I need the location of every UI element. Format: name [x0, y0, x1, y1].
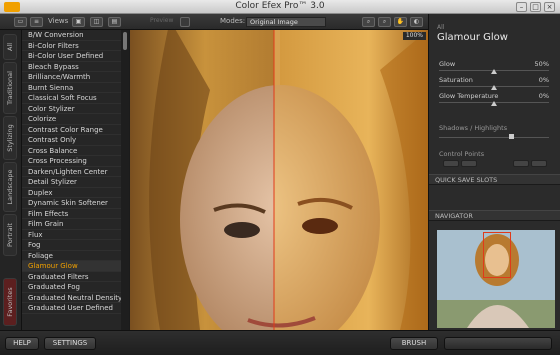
title-bar: Color Efex Pro™ 3.0 – □ ×: [0, 0, 560, 14]
filter-item[interactable]: Cross Processing: [22, 156, 121, 167]
glow-label: Glow: [439, 60, 456, 68]
filter-item[interactable]: Flux: [22, 230, 121, 240]
filter-item[interactable]: Color Stylizer: [22, 104, 121, 114]
zoom-out-icon[interactable]: ⌕: [378, 17, 391, 27]
zoom-level: 100%: [402, 32, 426, 40]
hand-icon[interactable]: ✋: [394, 17, 407, 27]
filter-item[interactable]: Detail Stylizer: [22, 177, 121, 188]
filter-item[interactable]: Colorize: [22, 114, 121, 125]
control-points-buttons: [443, 160, 551, 168]
tab-portrait[interactable]: Portrait: [3, 214, 17, 256]
tab-traditional[interactable]: Traditional: [3, 62, 17, 114]
portrait-image: [130, 30, 428, 330]
image-preview[interactable]: 100%: [130, 30, 428, 330]
saturation-label: Saturation: [439, 76, 473, 84]
preview-checkbox[interactable]: [180, 17, 190, 27]
shadows-highlights-control[interactable]: [439, 134, 549, 140]
filter-item[interactable]: Cross Balance: [22, 146, 121, 156]
saturation-slider[interactable]: Saturation 0%: [439, 76, 549, 92]
show-mask-button[interactable]: [513, 160, 529, 167]
filter-item[interactable]: Contrast Color Range: [22, 125, 121, 135]
filter-item[interactable]: B/W Conversion: [22, 30, 121, 41]
tab-all[interactable]: All: [3, 34, 17, 60]
glow-temperature-label: Glow Temperature: [439, 92, 499, 100]
category-header: All: [437, 24, 445, 31]
apply-button[interactable]: [444, 337, 552, 350]
filter-item[interactable]: Bi-Color Filters: [22, 41, 121, 51]
filter-item[interactable]: Graduated Neutral Density: [22, 293, 121, 303]
view-split-icon[interactable]: ◫: [90, 17, 103, 27]
list-view-icon[interactable]: ≡: [30, 17, 43, 27]
navigator-viewport-box[interactable]: [483, 232, 511, 278]
maximize-icon[interactable]: □: [530, 2, 541, 12]
tab-landscape[interactable]: Landscape: [3, 162, 17, 212]
filter-item[interactable]: Graduated User Defined: [22, 303, 121, 314]
filter-item[interactable]: Bleach Bypass: [22, 62, 121, 72]
settings-button[interactable]: SETTINGS: [44, 337, 96, 350]
glow-temperature-slider[interactable]: Glow Temperature 0%: [439, 92, 549, 108]
filter-item[interactable]: Brilliance/Warmth: [22, 72, 121, 83]
filter-item[interactable]: Glamour Glow: [22, 261, 121, 272]
filter-item[interactable]: Film Effects: [22, 209, 121, 219]
view-full-icon[interactable]: ▣: [72, 17, 85, 27]
toolbar: ▭ ≡ Views ▣ ◫ ▤ Preview Modes: Original …: [0, 14, 428, 30]
glow-slider[interactable]: Glow 50%: [439, 60, 549, 76]
filter-item[interactable]: Foliage: [22, 251, 121, 261]
filter-item[interactable]: Bi-Color User Defined: [22, 51, 121, 62]
filter-item[interactable]: Graduated Fog: [22, 282, 121, 293]
saturation-knob[interactable]: [491, 85, 497, 90]
filter-item[interactable]: Fog: [22, 240, 121, 251]
glow-value: 50%: [534, 60, 549, 68]
zoom-icon[interactable]: ⌕: [362, 17, 375, 27]
window-title: Color Efex Pro™ 3.0: [235, 1, 325, 11]
brush-button[interactable]: BRUSH: [390, 337, 438, 350]
tab-stylizing[interactable]: Stylizing: [3, 116, 17, 160]
glow-temperature-value: 0%: [538, 92, 549, 100]
shadows-highlights-label[interactable]: Shadows / Highlights: [439, 124, 507, 132]
single-view-icon[interactable]: ▭: [14, 17, 27, 27]
help-button[interactable]: HELP: [5, 337, 39, 350]
filter-item[interactable]: Dynamic Skin Softener: [22, 198, 121, 209]
glow-knob[interactable]: [491, 69, 497, 74]
tab-favorites[interactable]: Favorites: [3, 278, 17, 326]
filter-settings-panel: All Glamour Glow Glow 50% Saturation 0% …: [428, 14, 560, 330]
filter-item[interactable]: Contrast Only: [22, 135, 121, 146]
preview-label: Preview: [150, 17, 174, 24]
control-points-label: Control Points: [439, 150, 485, 158]
filter-item[interactable]: Duplex: [22, 188, 121, 198]
remove-control-point-button[interactable]: [461, 160, 477, 167]
close-icon[interactable]: ×: [544, 2, 555, 12]
views-label: Views: [48, 17, 69, 25]
filter-item[interactable]: Classical Soft Focus: [22, 93, 121, 104]
filter-name: Glamour Glow: [437, 32, 508, 43]
category-tabs: All Traditional Stylizing Landscape Port…: [0, 30, 22, 330]
saturation-value: 0%: [538, 76, 549, 84]
modes-label: Modes:: [220, 17, 246, 25]
color-picker-icon[interactable]: ◐: [410, 17, 423, 27]
quick-save-slots-header[interactable]: QUICK SAVE SLOTS: [429, 174, 560, 185]
filter-item[interactable]: Burnt Sienna: [22, 83, 121, 93]
navigator-header[interactable]: NAVIGATOR: [429, 210, 560, 221]
bottom-bar: HELP SETTINGS BRUSH: [0, 330, 560, 355]
navigator-thumbnail[interactable]: [437, 230, 555, 328]
minimize-icon[interactable]: –: [516, 2, 527, 12]
filter-list-scrollbar[interactable]: [121, 30, 129, 330]
scrollbar-thumb[interactable]: [123, 32, 127, 50]
control-point-options-button[interactable]: [531, 160, 547, 167]
filter-item[interactable]: Graduated Filters: [22, 272, 121, 282]
filter-list: B/W Conversion Bi-Color Filters Bi-Color U…: [22, 30, 121, 330]
modes-select[interactable]: Original Image: [246, 17, 326, 27]
filter-item[interactable]: Film Grain: [22, 219, 121, 230]
filter-item[interactable]: Darken/Lighten Center: [22, 167, 121, 177]
glow-temperature-knob[interactable]: [491, 101, 497, 106]
view-side-icon[interactable]: ▤: [108, 17, 121, 27]
add-control-point-button[interactable]: [443, 160, 459, 167]
